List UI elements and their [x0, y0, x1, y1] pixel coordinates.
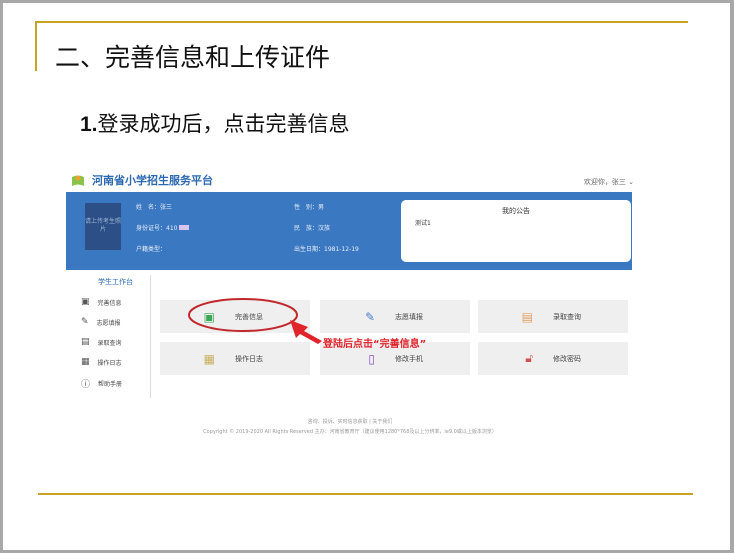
footer-links[interactable]: 咨询、投诉、实时信息获取 | 关于我们 [66, 418, 634, 425]
notice-title: 我的公告 [502, 207, 530, 215]
sidebar: 学生工作台 ▣ 完善信息 ✎ 志愿填报 ▤ 录取查询 ▦ 操作日志 ⓘ 帮助手册 [66, 275, 151, 398]
tile-label: 志愿填报 [395, 312, 423, 321]
tile-label: 修改手机 [395, 354, 423, 363]
student-id-text: 身份证号：410 [136, 225, 178, 232]
sidebar-item-label: 录取查询 [97, 339, 122, 347]
sidebar-item-label: 志愿填报 [96, 319, 121, 327]
form-edit-icon: ✎ [81, 317, 89, 327]
sidebar-item-label: 操作日志 [97, 359, 122, 367]
sidebar-item-log[interactable]: ▦ 操作日志 [81, 357, 122, 367]
annotation-text: 登陆后点击“完善信息” [323, 339, 427, 350]
ethnicity: 民 族：汉族 [294, 225, 331, 232]
bottom-rule [38, 493, 693, 495]
slide-title: 二、完善信息和上传证件 [55, 43, 331, 72]
student-id: 身份证号：410 [136, 223, 190, 232]
sidebar-item-help[interactable]: ⓘ 帮助手册 [81, 377, 122, 390]
tile-password[interactable]: 🔓︎ 修改密码 [478, 342, 628, 375]
step-number: 1. [80, 113, 98, 136]
photo-placeholder[interactable]: 请上传考生照片 [85, 203, 121, 250]
highlight-ellipse-arrow [188, 298, 322, 344]
chevron-down-icon: ⌄ [628, 178, 634, 186]
sidebar-heading: 学生工作台 [98, 278, 133, 286]
book-logo-icon [72, 175, 84, 186]
household-type: 户籍类型： [136, 246, 167, 253]
search-doc-icon: ▤ [521, 309, 533, 324]
tile-admission[interactable]: ▤ 录取查询 [478, 300, 628, 333]
sidebar-item-admission[interactable]: ▤ 录取查询 [81, 337, 122, 347]
id-card-icon: ▣ [81, 297, 90, 307]
info-icon: ⓘ [81, 380, 91, 390]
tile-label: 录取查询 [553, 312, 581, 321]
sidebar-item-application[interactable]: ✎ 志愿填报 [81, 317, 121, 327]
student-name: 姓 名：张三 [136, 204, 173, 211]
footer-copyright: Copyright © 2019-2020 All Rights Reserve… [203, 429, 497, 435]
tile-label: 操作日志 [235, 354, 263, 363]
tile-log[interactable]: ▦ 操作日志 [160, 342, 310, 375]
sidebar-item-profile[interactable]: ▣ 完善信息 [81, 297, 122, 307]
welcome-text: 欢迎你，张三 [583, 178, 626, 186]
notice-card: 我的公告 测试1 [401, 200, 631, 262]
top-rule [35, 21, 688, 23]
search-doc-icon: ▤ [81, 337, 90, 347]
lock-icon: 🔓︎ [525, 351, 533, 365]
app-screenshot: 河南省小学招生服务平台 欢迎你，张三 ⌄ 请上传考生照片 姓 名：张三 身份证号… [66, 165, 634, 440]
app-name: 河南省小学招生服务平台 [92, 174, 213, 187]
tile-label: 修改密码 [553, 354, 581, 363]
form-edit-icon: ✎ [364, 309, 375, 324]
calendar-log-icon: ▦ [81, 357, 90, 367]
left-rule [35, 21, 37, 71]
notice-item[interactable]: 测试1 [415, 218, 431, 227]
sidebar-item-label: 完善信息 [97, 299, 122, 307]
app-logo: 河南省小学招生服务平台 [70, 172, 213, 188]
tile-application[interactable]: ✎ 志愿填报 [320, 300, 470, 333]
calendar-log-icon: ▦ [203, 351, 215, 366]
step-text: 登录成功后，点击完善信息 [97, 112, 350, 136]
user-menu[interactable]: 欢迎你，张三 ⌄ [584, 177, 634, 187]
birth-date: 出生日期：1981-12-19 [294, 246, 359, 253]
phone-icon: ▯ [368, 351, 375, 366]
gender: 性 别：男 [294, 204, 325, 211]
student-info-banner: 请上传考生照片 姓 名：张三 身份证号：410 户籍类型： 性 别：男 民 族：… [66, 192, 632, 270]
sidebar-item-label: 帮助手册 [98, 381, 123, 388]
step-heading: 1.登录成功后，点击完善信息 [80, 108, 350, 138]
redacted-block [179, 225, 190, 230]
